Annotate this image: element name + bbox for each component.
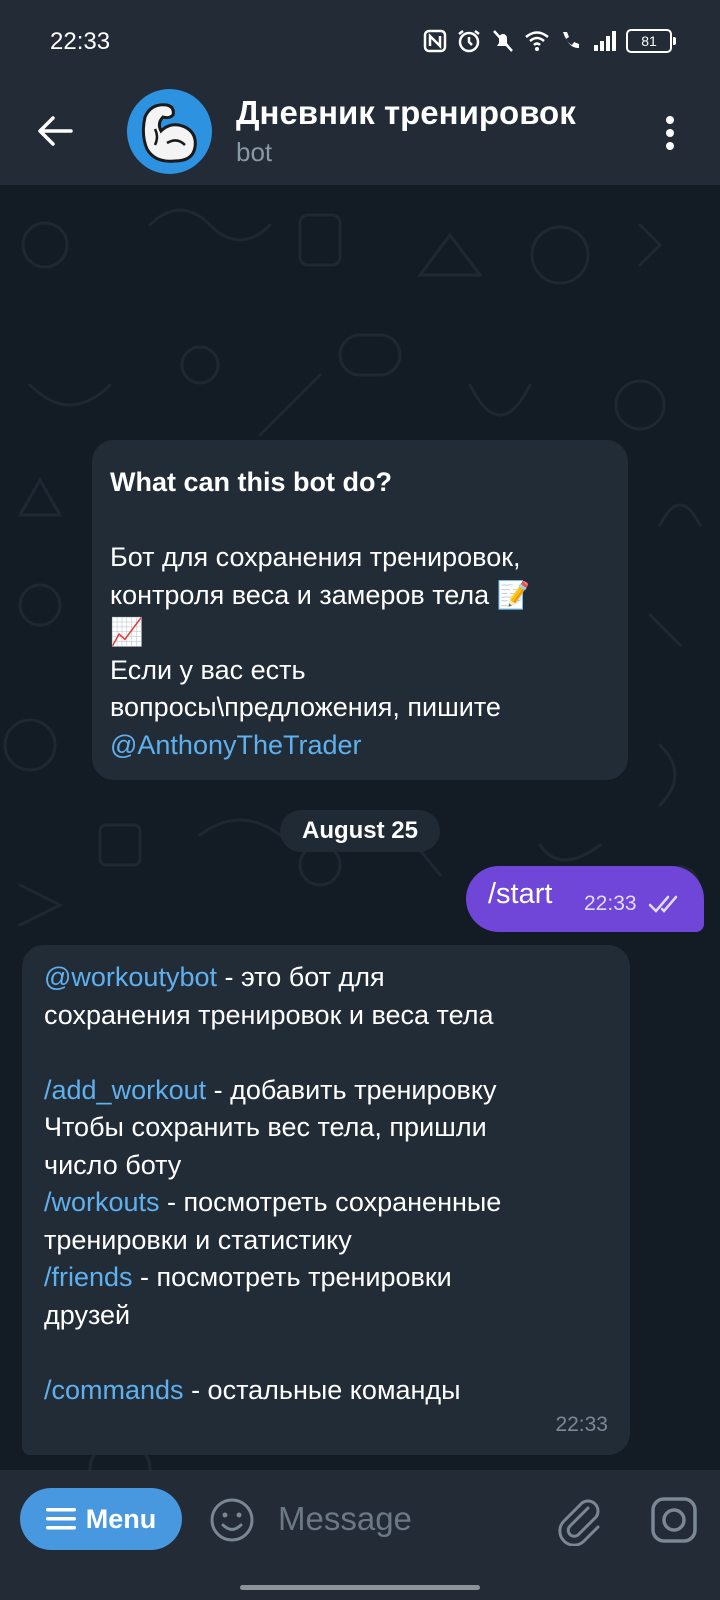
- message-line: @workoutybot - это бот для: [44, 962, 385, 992]
- more-options-button[interactable]: [650, 108, 690, 158]
- home-indicator: [240, 1585, 480, 1590]
- message-line: /commands - остальные команды: [44, 1374, 461, 1405]
- status-icons: 81: [422, 26, 676, 56]
- bot-description-line: Бот для сохранения тренировок,: [110, 542, 521, 572]
- chat-subtitle: bot: [236, 137, 273, 167]
- bot-description-line: контроля веса и замеров тела 📝: [110, 579, 531, 610]
- wifi-call-icon: [563, 32, 579, 49]
- command-workouts-link[interactable]: /workouts: [44, 1187, 160, 1217]
- camera-icon[interactable]: [648, 1494, 700, 1546]
- message-line: /friends - посмотреть тренировки: [44, 1262, 452, 1292]
- signal-icon: [594, 31, 616, 51]
- status-bar: 22:33 81: [0, 0, 720, 82]
- message-line: друзей: [44, 1299, 131, 1330]
- wifi-icon: [525, 31, 549, 51]
- double-check-icon: [648, 895, 678, 913]
- chat-title: Дневник тренировок: [236, 94, 576, 131]
- message-line: сохранения тренировок и веса тела: [44, 999, 494, 1030]
- bot-username-link[interactable]: @workoutybot: [44, 962, 217, 992]
- bot-menu-button[interactable]: Menu: [20, 1488, 182, 1550]
- bot-description-line: вопросы\предложения, пишите: [110, 692, 501, 722]
- message-time: 22:33: [555, 1412, 608, 1436]
- muscle-arm-icon: [141, 103, 197, 163]
- message-input[interactable]: [278, 1488, 518, 1550]
- bot-description-line: 📈: [110, 617, 144, 647]
- menu-icon: [45, 1508, 76, 1530]
- message-input-bar: Menu: [0, 1470, 720, 1600]
- message-line: тренировки и статистику: [44, 1224, 352, 1255]
- outgoing-message-text: /start: [488, 878, 553, 910]
- emoji-icon[interactable]: [208, 1496, 256, 1544]
- paperclip-icon[interactable]: [554, 1494, 606, 1546]
- message-line: /workouts - посмотреть сохраненные: [44, 1187, 502, 1217]
- message-time: 22:33: [584, 892, 637, 915]
- message-line: число боту: [44, 1149, 182, 1180]
- command-friends-link[interactable]: /friends: [44, 1262, 133, 1292]
- mute-icon: [493, 30, 513, 52]
- command-commands-link[interactable]: /commands: [44, 1375, 184, 1405]
- status-time: 22:33: [50, 28, 111, 55]
- chat-header: Дневник тренировок bot: [0, 82, 720, 185]
- bot-description-title: What can this bot do?: [110, 467, 392, 497]
- more-vertical-icon: [666, 116, 674, 150]
- author-mention-link[interactable]: @AnthonyTheTrader: [110, 727, 610, 765]
- bot-description-line: Если у вас есть: [110, 654, 306, 685]
- menu-button-label: Menu: [85, 1503, 157, 1534]
- message-line: /add_workout - добавить тренировку: [44, 1074, 497, 1105]
- arrow-left-icon: [38, 116, 73, 146]
- alarm-icon: [458, 30, 480, 53]
- avatar[interactable]: [127, 89, 212, 174]
- bot-description-bubble: What can this bot do? Бот для сохранения…: [92, 440, 628, 780]
- nfc-icon: [423, 29, 447, 53]
- outgoing-message[interactable]: /start 22:33: [466, 866, 704, 932]
- date-separator: August 25: [280, 810, 440, 852]
- back-button[interactable]: [30, 106, 80, 156]
- incoming-message: @workoutybot - это бот для сохранения тр…: [22, 945, 630, 1455]
- command-add-workout-link[interactable]: /add_workout: [44, 1075, 206, 1105]
- message-line: Чтобы сохранить вес тела, пришли: [44, 1112, 487, 1142]
- battery-icon: 81: [626, 29, 676, 53]
